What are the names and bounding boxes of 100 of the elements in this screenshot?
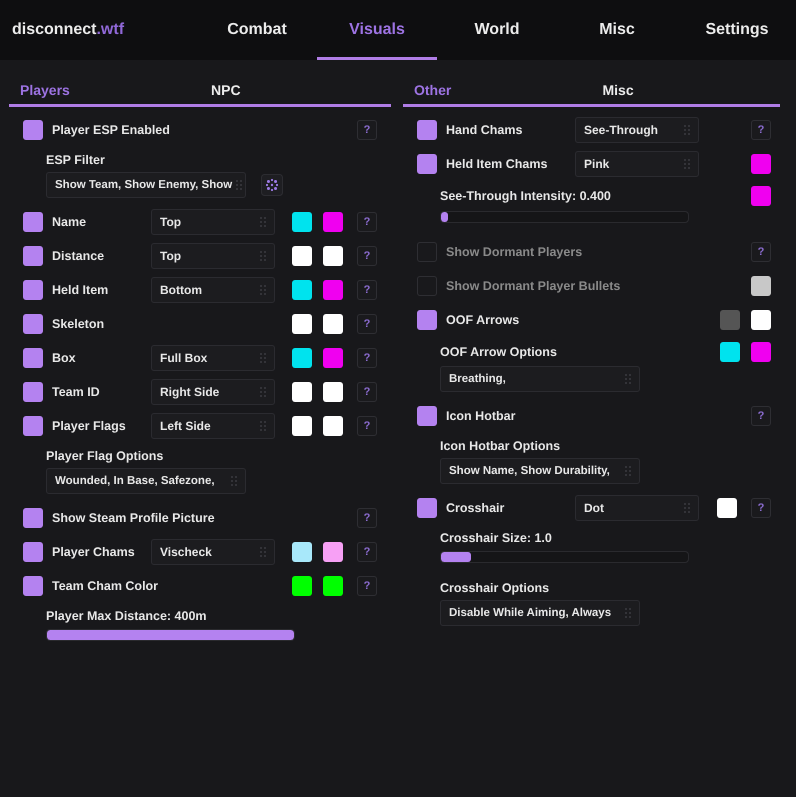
color-swatch-icon[interactable]	[323, 212, 343, 232]
checkbox[interactable]	[23, 348, 43, 368]
option-label: Held Item	[52, 283, 110, 297]
color-swatch-icon[interactable]	[751, 310, 771, 330]
dropdown[interactable]: Top	[151, 243, 275, 269]
option-label: Box	[52, 351, 77, 365]
sub-tab[interactable]: Players	[9, 76, 200, 104]
help-button[interactable]: ?	[357, 280, 377, 300]
nav-tab[interactable]: Combat	[197, 0, 317, 60]
color-swatch-icon[interactable]	[720, 310, 740, 330]
nav-tab[interactable]: Misc	[557, 0, 677, 60]
color-swatch-icon[interactable]	[292, 542, 312, 562]
help-button[interactable]: ?	[751, 242, 771, 262]
color-swatch-icon[interactable]	[323, 382, 343, 402]
checkbox[interactable]	[23, 542, 43, 562]
dropdown[interactable]: Right Side	[151, 379, 275, 405]
help-button[interactable]: ?	[357, 508, 377, 528]
color-swatch-icon[interactable]	[751, 154, 771, 174]
color-swatch-icon[interactable]	[720, 342, 740, 362]
help-button[interactable]: ?	[357, 348, 377, 368]
checkbox[interactable]	[23, 416, 43, 436]
option-label: Show Steam Profile Picture	[52, 511, 215, 525]
dropdown[interactable]: See-Through	[575, 117, 699, 143]
checkbox[interactable]	[417, 276, 437, 296]
checkbox[interactable]	[23, 280, 43, 300]
color-swatch-icon[interactable]	[323, 542, 343, 562]
checkbox[interactable]	[417, 120, 437, 140]
dropdown[interactable]: Bottom	[151, 277, 275, 303]
color-swatch-icon[interactable]	[323, 314, 343, 334]
slider-track[interactable]	[440, 551, 689, 563]
help-button[interactable]: ?	[357, 416, 377, 436]
color-swatch-icon[interactable]	[292, 280, 312, 300]
color-swatch-icon[interactable]	[751, 186, 771, 206]
nav-tab[interactable]: Settings	[677, 0, 796, 60]
checkbox[interactable]	[417, 242, 437, 262]
color-swatch-icon[interactable]	[323, 348, 343, 368]
checkbox[interactable]	[23, 508, 43, 528]
grip-dots-icon	[260, 387, 266, 397]
slider-label: See-Through Intensity: 0.400	[440, 189, 611, 203]
multiselect-dropdown[interactable]: Show Team, Show Enemy, Show	[46, 172, 246, 198]
help-button[interactable]: ?	[357, 120, 377, 140]
grip-dots-icon	[684, 125, 690, 135]
multiselect-dropdown[interactable]: Breathing,	[440, 366, 640, 392]
checkbox[interactable]	[23, 246, 43, 266]
help-button[interactable]: ?	[751, 120, 771, 140]
color-swatch-icon[interactable]	[292, 212, 312, 232]
help-button[interactable]: ?	[357, 246, 377, 266]
option-label: Player ESP Enabled	[52, 123, 170, 137]
color-swatch-icon[interactable]	[292, 416, 312, 436]
grip-dots-icon	[260, 251, 266, 261]
slider-label: Player Max Distance: 400m	[46, 609, 207, 623]
color-swatch-icon[interactable]	[323, 416, 343, 436]
color-swatch-icon[interactable]	[292, 382, 312, 402]
checkbox[interactable]	[417, 310, 437, 330]
help-button[interactable]: ?	[357, 212, 377, 232]
color-swatch-icon[interactable]	[292, 314, 312, 334]
sub-tab[interactable]: Other	[403, 76, 592, 104]
color-swatch-icon[interactable]	[751, 276, 771, 296]
color-swatch-icon[interactable]	[292, 246, 312, 266]
dropdown[interactable]: Vischeck	[151, 539, 275, 565]
color-swatch-icon[interactable]	[751, 342, 771, 362]
checkbox[interactable]	[417, 154, 437, 174]
color-swatch-icon[interactable]	[292, 576, 312, 596]
sub-tab[interactable]: Misc	[592, 76, 780, 104]
grip-dots-icon	[684, 159, 690, 169]
checkbox[interactable]	[417, 498, 437, 518]
slider-fill[interactable]	[441, 552, 471, 562]
color-swatch-icon[interactable]	[323, 246, 343, 266]
option-label: Held Item Chams	[446, 157, 548, 171]
multiselect-dropdown[interactable]: Disable While Aiming, Always	[440, 600, 640, 626]
dropdown[interactable]: Pink	[575, 151, 699, 177]
help-button[interactable]: ?	[357, 576, 377, 596]
nav-tab[interactable]: Visuals	[317, 0, 437, 60]
dropdown[interactable]: Dot	[575, 495, 699, 521]
multiselect-dropdown[interactable]: Show Name, Show Durability,	[440, 458, 640, 484]
color-swatch-icon[interactable]	[323, 576, 343, 596]
color-swatch-icon[interactable]	[717, 498, 737, 518]
help-button[interactable]: ?	[357, 542, 377, 562]
checkbox[interactable]	[23, 212, 43, 232]
color-swatch-icon[interactable]	[323, 280, 343, 300]
help-button[interactable]: ?	[357, 382, 377, 402]
help-button[interactable]: ?	[751, 406, 771, 426]
slider-fill[interactable]	[441, 212, 448, 222]
checkbox[interactable]	[23, 382, 43, 402]
help-button[interactable]: ?	[751, 498, 771, 518]
sub-tab[interactable]: NPC	[200, 76, 391, 104]
checkbox[interactable]	[23, 576, 43, 596]
nav-tab[interactable]: World	[437, 0, 557, 60]
dropdown[interactable]: Full Box	[151, 345, 275, 371]
multiselect-dropdown[interactable]: Wounded, In Base, Safezone,	[46, 468, 246, 494]
checkbox[interactable]	[23, 120, 43, 140]
dropdown[interactable]: Left Side	[151, 413, 275, 439]
field-label: Crosshair Options	[440, 581, 550, 595]
help-button[interactable]: ?	[357, 314, 377, 334]
dropdown[interactable]: Top	[151, 209, 275, 235]
color-swatch-icon[interactable]	[292, 348, 312, 368]
checkbox[interactable]	[23, 314, 43, 334]
dots-ring-icon[interactable]	[261, 174, 283, 196]
slider-track[interactable]	[440, 211, 689, 223]
checkbox[interactable]	[417, 406, 437, 426]
